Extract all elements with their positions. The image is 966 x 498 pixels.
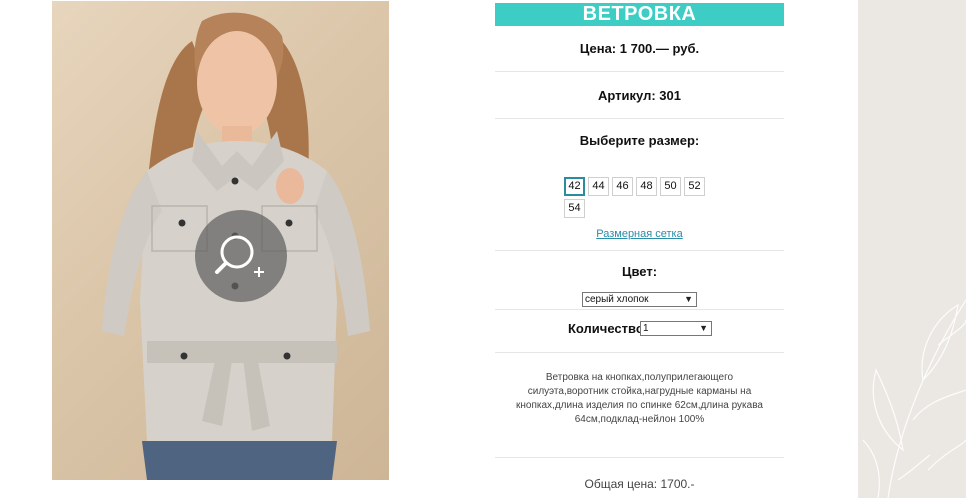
total-price: Общая цена: 1700.-	[584, 477, 695, 491]
size-option-50[interactable]: 50	[660, 177, 681, 196]
product-sku: Артикул: 301	[598, 88, 681, 103]
size-prompt: Выберите размер:	[579, 133, 700, 148]
size-option-44[interactable]: 44	[588, 177, 609, 196]
leaf-ornament	[862, 299, 966, 498]
divider	[495, 352, 784, 353]
size-option-48[interactable]: 48	[636, 177, 657, 196]
size-option-42[interactable]: 42	[564, 177, 585, 196]
divider	[495, 309, 784, 310]
color-select-value: серый хлопок	[585, 294, 649, 305]
chevron-down-icon: ▼	[699, 323, 708, 333]
size-chart-link[interactable]: Размерная сетка	[495, 228, 784, 240]
divider	[495, 118, 784, 119]
product-description: Ветровка на кнопках,полуприлегающего сил…	[516, 372, 763, 425]
chevron-down-icon: ▼	[684, 294, 693, 304]
quantity-label: Количество:	[568, 321, 649, 336]
magnifier-plus-icon	[215, 235, 264, 277]
divider	[495, 457, 784, 458]
size-option-54[interactable]: 54	[564, 199, 585, 218]
decorative-side-panel	[858, 0, 966, 498]
quantity-select-value: 1	[643, 323, 649, 334]
color-select[interactable]: серый хлопок ▼	[582, 292, 697, 307]
product-title: ВЕТРОВКА	[495, 3, 784, 26]
zoom-button[interactable]	[195, 210, 287, 302]
size-option-46[interactable]: 46	[612, 177, 633, 196]
color-label: Цвет:	[621, 264, 658, 279]
size-option-52[interactable]: 52	[684, 177, 705, 196]
quantity-select[interactable]: 1 ▼	[640, 321, 712, 336]
divider	[495, 71, 784, 72]
divider	[495, 250, 784, 251]
product-photo[interactable]	[52, 1, 389, 480]
product-price: Цена: 1 700.— руб.	[579, 41, 700, 56]
